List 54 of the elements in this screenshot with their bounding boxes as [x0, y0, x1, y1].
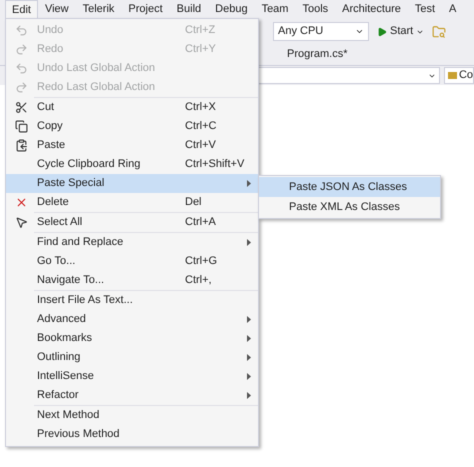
menu-item[interactable]: Paste JSON As Classes [259, 177, 440, 197]
menu-bar-item[interactable]: Team [254, 0, 296, 19]
menu-item[interactable]: Advanced [6, 310, 258, 329]
menu-item[interactable]: Copy Ctrl+C [6, 117, 258, 136]
class-icon [448, 72, 457, 79]
menu-bar-item[interactable]: A [442, 0, 464, 19]
submenu-arrow-icon [247, 335, 251, 342]
submenu-arrow-icon [247, 239, 251, 246]
menu-bar-item[interactable]: View [38, 0, 76, 19]
submenu-arrow-icon [247, 316, 251, 323]
submenu-arrow-icon [247, 354, 251, 361]
menu-item[interactable]: Insert File As Text... [6, 291, 258, 310]
menu-bar-item[interactable]: Telerik [76, 0, 122, 19]
menu-bar-item[interactable]: Tools [295, 0, 336, 19]
menu-item[interactable]: Cut Ctrl+X [6, 98, 258, 117]
menu-item[interactable]: Find and Replace [6, 233, 258, 252]
scissors-icon [15, 101, 28, 114]
menu-item[interactable]: Paste Ctrl+V [6, 136, 258, 155]
menu-item[interactable]: Delete Del [6, 193, 258, 212]
submenu-arrow-icon [247, 392, 251, 399]
cursor-icon [15, 216, 28, 229]
clipboard-icon [15, 139, 28, 152]
menu-item[interactable]: Cycle Clipboard Ring Ctrl+Shift+V [6, 155, 258, 174]
menu-item[interactable]: Next Method [6, 406, 258, 425]
document-tab[interactable]: Program.cs* [285, 46, 350, 65]
copy-icon [15, 120, 28, 133]
play-icon [377, 26, 387, 36]
start-button[interactable]: Start [375, 22, 426, 41]
menu-item[interactable]: Refactor [6, 386, 258, 405]
undo-icon [15, 62, 28, 75]
menu-bar-item[interactable]: Architecture [335, 0, 408, 19]
submenu-arrow-icon [247, 373, 251, 380]
menu-item[interactable]: Bookmarks [6, 329, 258, 348]
undo-icon [15, 24, 28, 37]
menu-item[interactable]: Paste Special [6, 174, 258, 193]
menu-bar-item[interactable]: Debug [208, 0, 255, 19]
menu-item[interactable]: Previous Method [6, 425, 258, 444]
menu-item[interactable]: IntelliSense [6, 367, 258, 386]
redo-icon [15, 43, 28, 56]
menu-item[interactable]: Outlining [6, 348, 258, 367]
menu-item[interactable]: Go To... Ctrl+G [6, 252, 258, 271]
platform-dropdown[interactable]: Any CPU [273, 22, 369, 41]
menu-bar-item[interactable]: Project [121, 0, 170, 19]
folder-search-icon[interactable] [432, 24, 446, 38]
member-dropdown[interactable]: Co [444, 67, 474, 84]
menu-bar-item[interactable]: Edit [5, 0, 38, 19]
menu-bar-item[interactable]: Build [170, 0, 208, 19]
menu-item[interactable]: Paste XML As Classes [259, 197, 440, 217]
submenu-arrow-icon [247, 180, 251, 187]
menu-item[interactable]: Select All Ctrl+A [6, 213, 258, 232]
menu-item[interactable]: Navigate To... Ctrl+, [6, 271, 258, 290]
close-icon [15, 196, 28, 209]
redo-icon [15, 81, 28, 94]
menu-bar-item[interactable]: Test [408, 0, 442, 19]
